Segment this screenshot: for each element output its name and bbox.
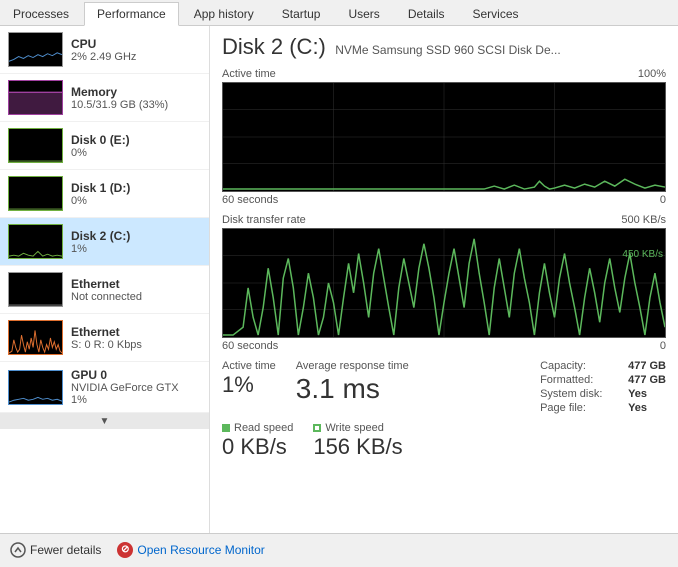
disk2-label: Disk 2 (C:): [71, 229, 201, 243]
open-resource-monitor-button[interactable]: ⊘ Open Resource Monitor: [117, 542, 264, 558]
sidebar-item-memory[interactable]: Memory 10.5/31.9 GB (33%): [0, 74, 209, 122]
chart1-value: 0: [660, 194, 666, 206]
disk1-label: Disk 1 (D:): [71, 181, 201, 195]
sidebar-item-disk1[interactable]: Disk 1 (D:) 0%: [0, 170, 209, 218]
disk0-mini-graph: [8, 128, 63, 163]
read-speed-value: 0 KB/s: [222, 434, 293, 460]
eth2-value: S: 0 R: 0 Kbps: [71, 339, 201, 351]
read-speed-item: Read speed 0 KB/s: [222, 422, 293, 460]
cpu-label: CPU: [71, 37, 201, 51]
tab-bar: Processes Performance App history Startu…: [0, 0, 678, 26]
system-disk-value: Yes: [628, 388, 647, 400]
gpu0-value: NVIDIA GeForce GTX1%: [71, 382, 201, 406]
eth2-label: Ethernet: [71, 325, 201, 339]
capacity-label: Capacity:: [540, 360, 620, 372]
sidebar-item-cpu[interactable]: CPU 2% 2.49 GHz: [0, 26, 209, 74]
active-time-chart: [222, 82, 666, 192]
active-time-label: Active time: [222, 360, 276, 372]
disk-title: Disk 2 (C:): [222, 34, 326, 59]
transfer-rate-chart: 450 KB/s: [222, 228, 666, 338]
write-speed-item: Write speed 156 KB/s: [313, 422, 402, 460]
disk2-mini-graph: [8, 224, 63, 259]
fewer-details-button[interactable]: Fewer details: [10, 542, 101, 558]
active-time-section: Active time 100% 60 seconds: [222, 68, 666, 206]
tab-processes[interactable]: Processes: [0, 2, 82, 25]
disk2-value: 1%: [71, 243, 201, 255]
speed-section: Read speed 0 KB/s Write speed 156 KB/s: [222, 422, 666, 460]
main-content: CPU 2% 2.49 GHz Memory 10.5/31.9 GB (33%…: [0, 26, 678, 533]
chart2-label-left: Disk transfer rate: [222, 214, 306, 226]
sidebar-item-disk2[interactable]: Disk 2 (C:) 1%: [0, 218, 209, 266]
memory-mini-graph: [8, 80, 63, 115]
tab-startup[interactable]: Startup: [269, 2, 334, 25]
chart2-value: 0: [660, 340, 666, 352]
right-stats: Capacity: 477 GB Formatted: 477 GB Syste…: [540, 360, 666, 414]
read-speed-dot: [222, 424, 230, 432]
eth2-mini-graph: [8, 320, 63, 355]
tab-performance[interactable]: Performance: [84, 2, 179, 26]
capacity-value: 477 GB: [628, 360, 666, 372]
disk1-mini-graph: [8, 176, 63, 211]
sidebar-item-eth1[interactable]: Ethernet Not connected: [0, 266, 209, 314]
formatted-value: 477 GB: [628, 374, 666, 386]
disk0-label: Disk 0 (E:): [71, 133, 201, 147]
page-file-value: Yes: [628, 402, 647, 414]
write-speed-value: 156 KB/s: [313, 434, 402, 460]
stats-row: Active time 1% Average response time 3.1…: [222, 360, 666, 414]
page-file-label: Page file:: [540, 402, 620, 414]
gpu0-label: GPU 0: [71, 368, 201, 382]
tab-services[interactable]: Services: [460, 2, 532, 25]
footer: Fewer details ⊘ Open Resource Monitor: [0, 533, 678, 565]
active-time-value: 1%: [222, 372, 276, 398]
disk1-value: 0%: [71, 195, 201, 207]
sidebar: CPU 2% 2.49 GHz Memory 10.5/31.9 GB (33%…: [0, 26, 210, 533]
eth1-value: Not connected: [71, 291, 201, 303]
disk-subtitle: NVMe Samsung SSD 960 SCSI Disk De...: [335, 43, 560, 57]
cpu-value: 2% 2.49 GHz: [71, 51, 201, 63]
response-time-label: Average response time: [296, 360, 409, 372]
right-panel: Disk 2 (C:) NVMe Samsung SSD 960 SCSI Di…: [210, 26, 678, 533]
tab-details[interactable]: Details: [395, 2, 458, 25]
tab-app-history[interactable]: App history: [181, 2, 267, 25]
system-disk-label: System disk:: [540, 388, 620, 400]
memory-value: 10.5/31.9 GB (33%): [71, 99, 201, 111]
disk-title-row: Disk 2 (C:) NVMe Samsung SSD 960 SCSI Di…: [222, 34, 666, 60]
response-time-stat: Average response time 3.1 ms: [296, 360, 409, 406]
write-speed-label: Write speed: [325, 422, 384, 434]
tab-users[interactable]: Users: [335, 2, 392, 25]
formatted-label: Formatted:: [540, 374, 620, 386]
disk0-value: 0%: [71, 147, 201, 159]
active-time-stat: Active time 1%: [222, 360, 276, 398]
chevron-up-icon: [10, 542, 26, 558]
chart1-time: 60 seconds: [222, 194, 278, 206]
chart2-time: 60 seconds: [222, 340, 278, 352]
sidebar-item-gpu0[interactable]: GPU 0 NVIDIA GeForce GTX1%: [0, 362, 209, 413]
sidebar-scroll-down[interactable]: ▼: [0, 413, 209, 429]
read-speed-label: Read speed: [234, 422, 293, 434]
chart1-label-right: 100%: [638, 68, 666, 80]
memory-label: Memory: [71, 85, 201, 99]
cpu-mini-graph: [8, 32, 63, 67]
chart1-label-left: Active time: [222, 68, 276, 80]
chart2-alt-right: 450 KB/s: [622, 249, 663, 260]
chart2-label-right: 500 KB/s: [621, 214, 666, 226]
sidebar-item-disk0[interactable]: Disk 0 (E:) 0%: [0, 122, 209, 170]
gpu0-mini-graph: [8, 370, 63, 405]
response-time-value: 3.1 ms: [296, 372, 409, 406]
transfer-rate-section: Disk transfer rate 500 KB/s 450 K: [222, 214, 666, 352]
eth1-mini-graph: [8, 272, 63, 307]
eth1-label: Ethernet: [71, 277, 201, 291]
fewer-details-label: Fewer details: [30, 543, 101, 557]
monitor-label: Open Resource Monitor: [137, 543, 264, 557]
monitor-icon: ⊘: [117, 542, 133, 558]
write-speed-dot: [313, 424, 321, 432]
sidebar-item-eth2[interactable]: Ethernet S: 0 R: 0 Kbps: [0, 314, 209, 362]
